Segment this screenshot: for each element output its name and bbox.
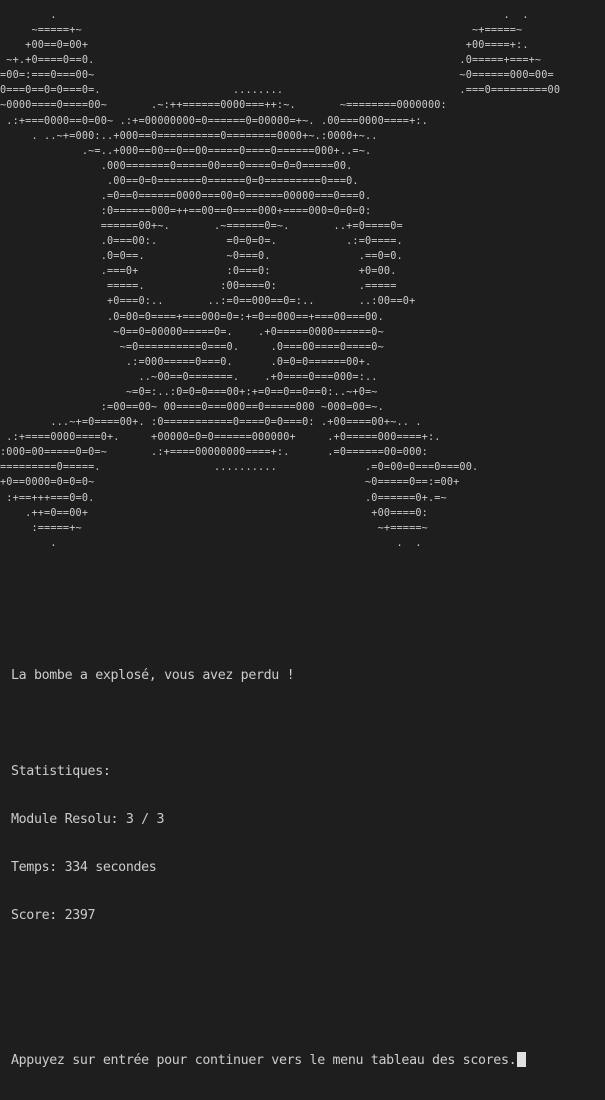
stats-score: Score: 2397 <box>11 908 96 923</box>
game-over-message: La bombe a explosé, vous avez perdu ! <box>11 668 295 683</box>
stats-modules-solved: Module Resolu: 3 / 3 <box>11 812 165 827</box>
stats-time: Temps: 334 secondes <box>11 860 157 875</box>
skull-ascii-art: . . . ~=====+~ ~+=====~ +00==0=00+ +00==… <box>0 10 561 549</box>
terminal-window[interactable]: . . . ~=====+~ ~+=====~ +00==0=00+ +00==… <box>0 0 605 1068</box>
continue-prompt-line[interactable]: Appuyez sur entrée pour continuer vers l… <box>11 1052 527 1068</box>
continue-prompt: Appuyez sur entrée pour continuer vers l… <box>11 1053 517 1068</box>
text-cursor <box>517 1052 527 1067</box>
stats-header: Statistiques: <box>11 764 111 779</box>
game-output: La bombe a explosé, vous avez perdu ! St… <box>11 636 527 1100</box>
